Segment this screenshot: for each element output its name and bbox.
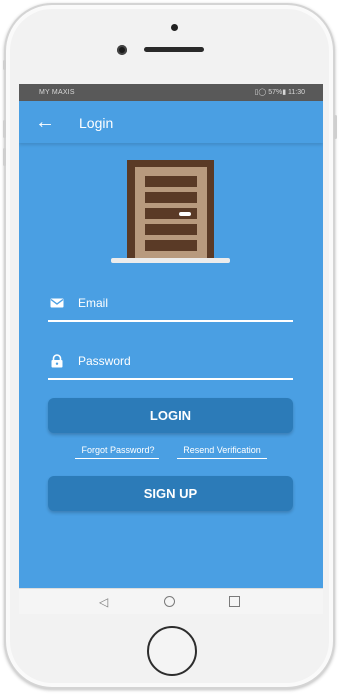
signup-button[interactable]: SIGN UP [48,476,293,511]
square-recent-icon[interactable] [229,596,240,607]
door-knob [179,212,191,216]
email-field[interactable]: Email [48,288,293,322]
email-placeholder: Email [78,296,109,310]
volume-button [3,60,6,70]
email-underline [48,320,293,322]
mute-switch [3,120,6,138]
status-right: ▯◯ 57%▮ 11:30 [254,89,305,96]
password-underline [48,378,293,380]
door-panel [145,240,197,251]
circle-home-icon[interactable] [164,596,175,607]
lock-icon [51,354,63,368]
door-panel [145,224,197,235]
earpiece-speaker [144,47,204,52]
home-button[interactable] [147,626,197,676]
door-panel [145,176,197,187]
screen: MY MAXIS ▯◯ 57%▮ 11:30 ← Login Email Pas… [19,84,323,614]
carrier-label: MY MAXIS [39,89,75,96]
status-bar: MY MAXIS ▯◯ 57%▮ 11:30 [19,84,323,101]
door-panel [145,192,197,203]
resend-verification-link[interactable]: Resend Verification [176,444,268,456]
password-placeholder: Password [78,354,131,368]
forgot-password-link[interactable]: Forgot Password? [75,444,161,456]
forgot-password-underline [75,458,159,459]
mail-icon [50,298,64,308]
front-camera [171,24,178,31]
password-field[interactable]: Password [48,346,293,380]
power-button [334,115,337,139]
resend-verification-underline [177,458,267,459]
floor-line [111,258,230,263]
login-button[interactable]: LOGIN [48,398,293,433]
android-nav-bar: ◁ [19,588,323,614]
app-bar: ← Login [19,101,323,143]
page-title: Login [79,115,114,131]
proximity-sensor [117,45,127,55]
triangle-back-icon[interactable]: ◁ [99,596,108,608]
volume-down-button [3,148,6,166]
arrow-left-icon[interactable]: ← [35,112,55,132]
